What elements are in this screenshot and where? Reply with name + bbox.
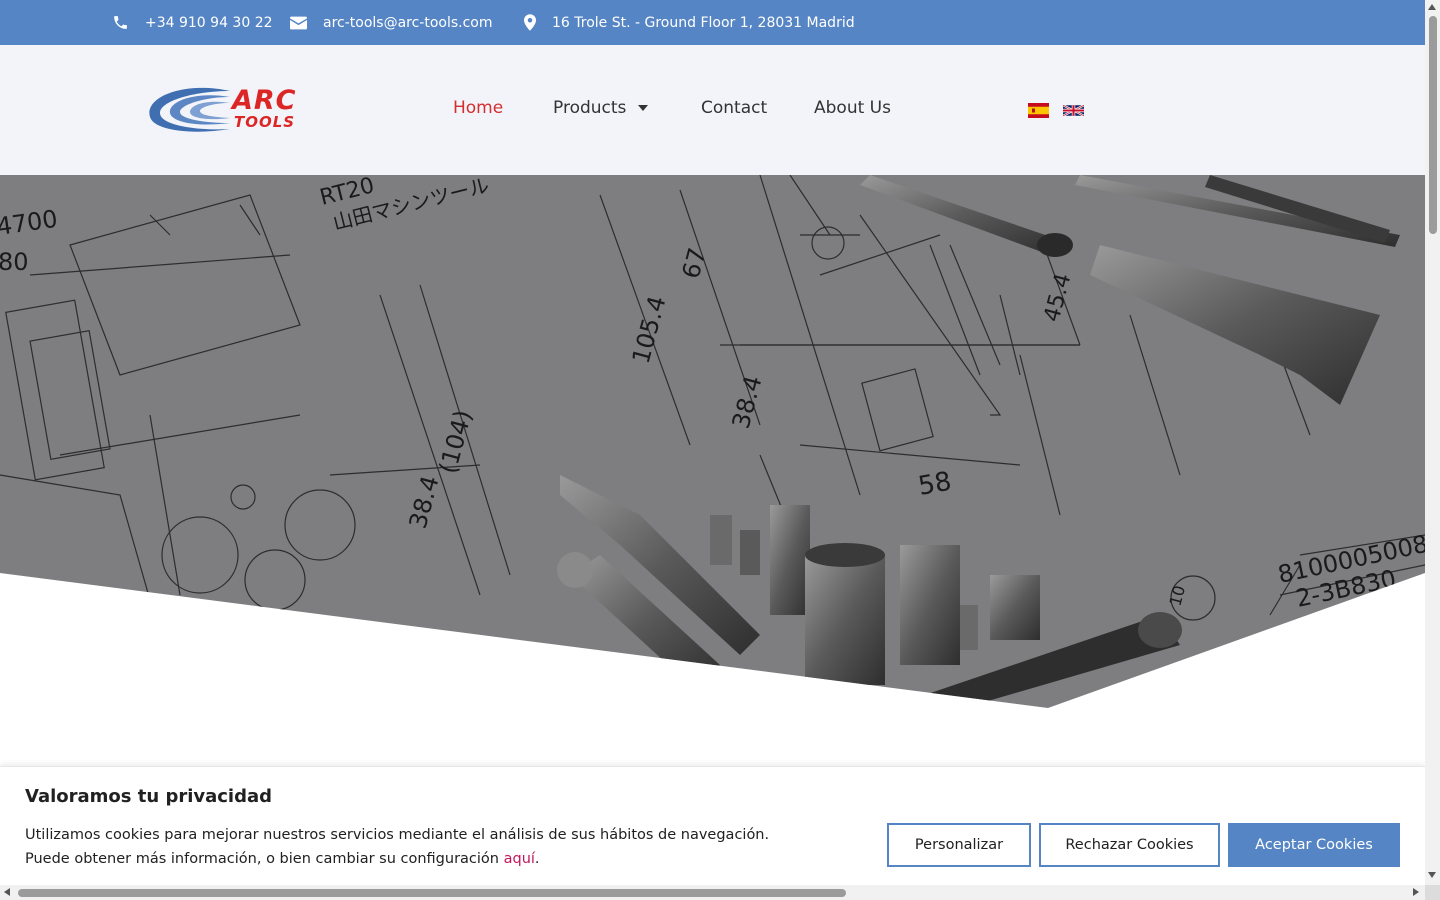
nav-contact[interactable]: Contact [701, 98, 767, 118]
nav-about-us[interactable]: About Us [814, 98, 891, 118]
drawing-label: 58 [916, 467, 954, 502]
phone-icon [114, 16, 127, 29]
cookie-line-1: Utilizamos cookies para mejorar nuestros… [25, 827, 770, 843]
customize-cookies-button[interactable]: Personalizar [887, 823, 1031, 867]
hero-technical-drawing: 4700 80 RT20 山田マシンツール 105.4 67 38.4 (104… [0, 175, 1425, 708]
map-pin-icon [524, 14, 536, 31]
vertical-scrollbar[interactable] [1425, 0, 1440, 885]
logo-text-arc: ARC [232, 85, 297, 116]
nav-about-label: About Us [814, 98, 891, 118]
envelope-icon [290, 16, 307, 29]
scroll-right-icon[interactable] [1413, 888, 1419, 896]
cookie-title: Valoramos tu privacidad [25, 786, 273, 807]
cookie-line-2: Puede obtener más información, o bien ca… [25, 847, 769, 871]
phone-contact[interactable]: +34 910 94 30 22 [112, 0, 273, 45]
phone-number[interactable]: +34 910 94 30 22 [145, 15, 273, 31]
scroll-down-icon[interactable] [1428, 872, 1436, 878]
nav-contact-label: Contact [701, 98, 768, 118]
scroll-up-icon[interactable] [1428, 4, 1436, 10]
logo-text-tools: TOOLS [234, 113, 296, 131]
cookie-settings-link[interactable]: aquí [504, 851, 535, 867]
horizontal-scroll-thumb[interactable] [18, 889, 846, 897]
scroll-left-icon[interactable] [4, 888, 10, 896]
email-address[interactable]: arc-tools@arc-tools.com [323, 15, 493, 31]
uk-flag-icon[interactable] [1063, 103, 1084, 118]
drawing-label: 80 [0, 248, 29, 276]
top-contact-bar: +34 910 94 30 22 arc-tools@arc-tools.com… [0, 0, 1425, 45]
cookie-line-2-prefix: Puede obtener más información, o bien ca… [25, 851, 504, 867]
vertical-scroll-thumb[interactable] [1429, 16, 1437, 234]
site-header: ARC TOOLS Home Products Contact About Us [0, 45, 1425, 175]
es-flag-icon[interactable] [1028, 103, 1049, 118]
hero-banner: 4700 80 RT20 山田マシンツール 105.4 67 38.4 (104… [0, 175, 1425, 710]
address-contact: 16 Trole St. - Ground Floor 1, 28031 Mad… [524, 0, 855, 45]
accept-cookies-button[interactable]: Aceptar Cookies [1228, 823, 1400, 867]
email-contact[interactable]: arc-tools@arc-tools.com [290, 0, 493, 45]
horizontal-scrollbar[interactable] [0, 885, 1425, 900]
nav-products-label: Products [553, 98, 627, 118]
reject-cookies-button[interactable]: Rechazar Cookies [1039, 823, 1220, 867]
caret-down-icon [638, 105, 649, 111]
scrollbar-corner [1425, 885, 1440, 900]
cookie-consent-banner: Valoramos tu privacidad Utilizamos cooki… [0, 766, 1425, 885]
cookie-line-2-suffix: . [534, 851, 540, 867]
address-text: 16 Trole St. - Ground Floor 1, 28031 Mad… [552, 14, 855, 31]
nav-home[interactable]: Home [453, 98, 503, 118]
nav-products[interactable]: Products [553, 98, 649, 118]
cookie-description: Utilizamos cookies para mejorar nuestros… [25, 823, 769, 871]
nav-home-label: Home [453, 98, 504, 118]
logo-swoosh-icon [149, 87, 230, 132]
arc-tools-logo[interactable]: ARC TOOLS [144, 83, 312, 139]
